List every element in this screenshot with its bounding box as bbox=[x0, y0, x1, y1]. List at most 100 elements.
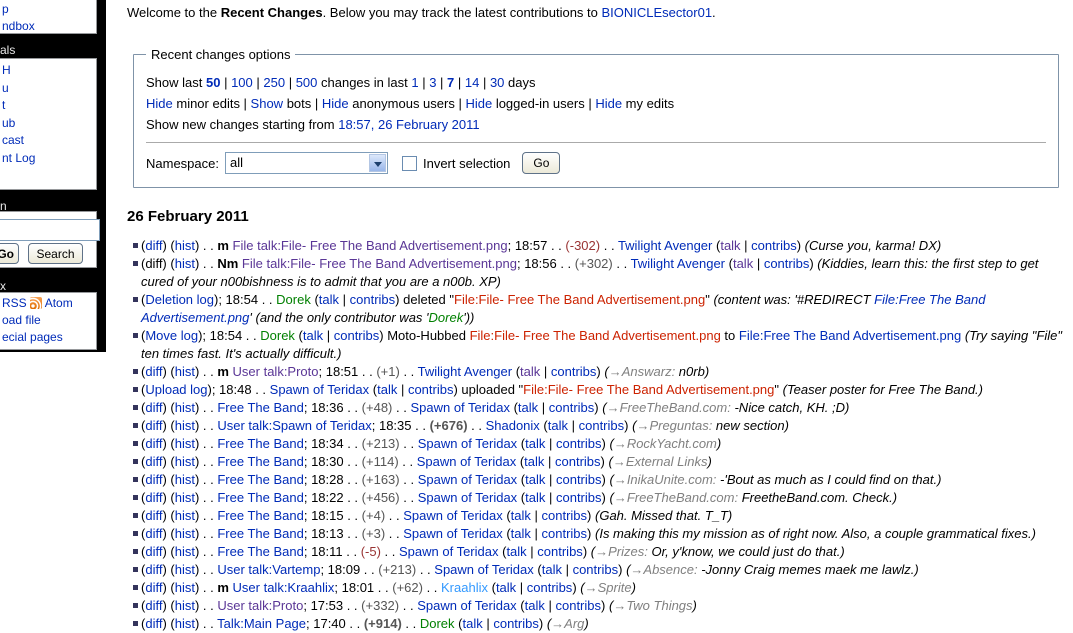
link[interactable]: Spawn of Teridax bbox=[410, 400, 510, 415]
link[interactable]: Spawn of Teridax bbox=[270, 382, 370, 397]
sidebar-link[interactable]: t bbox=[2, 98, 5, 112]
link[interactable]: Hide bbox=[595, 96, 622, 111]
link[interactable]: diff bbox=[145, 436, 162, 451]
link[interactable]: hist bbox=[175, 256, 195, 271]
link[interactable]: 14 bbox=[465, 75, 479, 90]
sidebar-item[interactable]: ndbox bbox=[2, 18, 96, 35]
link[interactable]: Spawn of Teridax bbox=[403, 508, 503, 523]
sidebar-search-button[interactable]: Search bbox=[28, 243, 83, 264]
link[interactable]: Dorek bbox=[429, 310, 464, 325]
link[interactable]: Free The Band bbox=[217, 454, 303, 469]
link[interactable]: diff bbox=[145, 490, 162, 505]
link[interactable]: Free The Band bbox=[217, 544, 303, 559]
link[interactable]: talk bbox=[525, 490, 545, 505]
link[interactable]: File:Free The Band Advertisement.png bbox=[739, 328, 961, 343]
link[interactable]: File:File- Free The Band Advertisement.p… bbox=[523, 382, 774, 397]
link[interactable]: User talk:Proto bbox=[233, 364, 319, 379]
link[interactable]: contribs bbox=[549, 400, 595, 415]
link[interactable]: Upload log bbox=[145, 382, 207, 397]
link[interactable]: contribs bbox=[751, 238, 797, 253]
sidebar-go-button[interactable]: Go bbox=[0, 243, 19, 264]
link[interactable]: contribs bbox=[551, 364, 597, 379]
sidebar-item[interactable]: H bbox=[2, 62, 96, 80]
link[interactable]: talk bbox=[496, 580, 516, 595]
link[interactable]: Spawn of Teridax bbox=[418, 472, 518, 487]
sidebar-link[interactable]: ndbox bbox=[2, 19, 35, 33]
sidebar-link[interactable]: ecial pages bbox=[2, 330, 63, 344]
link[interactable]: diff bbox=[145, 418, 162, 433]
link[interactable]: contribs bbox=[556, 436, 602, 451]
link[interactable]: 100 bbox=[231, 75, 253, 90]
link[interactable]: contribs bbox=[555, 454, 601, 469]
link[interactable]: File:File- Free The Band Advertisement.p… bbox=[470, 328, 721, 343]
link[interactable]: Spawn of Teridax bbox=[403, 526, 503, 541]
link[interactable]: Free The Band bbox=[217, 508, 303, 523]
link[interactable]: talk bbox=[520, 364, 540, 379]
link[interactable]: hist bbox=[175, 598, 195, 613]
link[interactable]: Move log bbox=[145, 328, 198, 343]
link[interactable]: diff bbox=[145, 508, 162, 523]
link[interactable]: talk bbox=[463, 616, 483, 631]
link[interactable]: Dorek bbox=[420, 616, 455, 631]
link[interactable]: Atom bbox=[45, 296, 73, 310]
link[interactable]: hist bbox=[175, 472, 195, 487]
link[interactable]: hist bbox=[175, 526, 195, 541]
link[interactable]: Spawn of Teridax bbox=[418, 490, 518, 505]
link[interactable]: contribs bbox=[408, 382, 454, 397]
link[interactable]: diff bbox=[145, 616, 162, 631]
link[interactable]: talk bbox=[377, 382, 397, 397]
link[interactable]: contribs bbox=[334, 328, 380, 343]
link[interactable]: File:File- Free The Band Advertisement.p… bbox=[454, 292, 705, 307]
link[interactable]: diff bbox=[145, 238, 162, 253]
link[interactable]: contribs bbox=[542, 508, 588, 523]
link[interactable]: contribs bbox=[542, 526, 588, 541]
link[interactable]: Free The Band bbox=[217, 526, 303, 541]
link[interactable]: hist bbox=[175, 454, 195, 469]
link[interactable]: Twilight Avenger bbox=[618, 238, 712, 253]
link[interactable]: User talk:Kraahlix bbox=[233, 580, 335, 595]
link[interactable]: diff bbox=[145, 544, 162, 559]
link[interactable]: 50 bbox=[206, 75, 220, 90]
link[interactable]: diff bbox=[145, 454, 162, 469]
link[interactable]: hist bbox=[175, 544, 195, 559]
link[interactable]: File talk:File- Free The Band Advertisem… bbox=[242, 256, 517, 271]
link[interactable]: 18:57, 26 February 2011 bbox=[338, 117, 479, 132]
link[interactable]: File talk:File- Free The Band Advertisem… bbox=[233, 238, 508, 253]
link[interactable]: hist bbox=[175, 616, 195, 631]
link[interactable]: diff bbox=[145, 472, 162, 487]
link[interactable]: talk bbox=[506, 544, 526, 559]
link[interactable]: diff bbox=[145, 580, 162, 595]
link[interactable]: contribs bbox=[537, 544, 583, 559]
link[interactable]: hist bbox=[175, 580, 195, 595]
sidebar-item[interactable]: oad file bbox=[2, 312, 96, 329]
link[interactable]: talk bbox=[524, 454, 544, 469]
link[interactable]: diff bbox=[145, 400, 162, 415]
link[interactable]: hist bbox=[175, 436, 195, 451]
link[interactable]: diff bbox=[145, 364, 162, 379]
link[interactable]: Dorek bbox=[260, 328, 295, 343]
invert-selection-checkbox[interactable] bbox=[401, 155, 417, 171]
sidebar-item[interactable]: t bbox=[2, 97, 96, 115]
link[interactable]: 500 bbox=[296, 75, 318, 90]
link[interactable]: Hide bbox=[465, 96, 492, 111]
sidebar-item[interactable]: cast bbox=[2, 132, 96, 150]
link[interactable]: contribs bbox=[556, 490, 602, 505]
link[interactable]: talk bbox=[303, 328, 323, 343]
link[interactable]: contribs bbox=[555, 598, 601, 613]
link[interactable]: 1 bbox=[411, 75, 418, 90]
link[interactable]: Twilight Avenger bbox=[631, 256, 725, 271]
link[interactable]: Hide bbox=[146, 96, 173, 111]
sidebar-item[interactable]: ecial pages bbox=[2, 329, 96, 346]
link[interactable]: BIONICLEsector01 bbox=[602, 5, 713, 20]
link[interactable]: Spawn of Teridax bbox=[417, 454, 517, 469]
link[interactable]: contribs bbox=[556, 472, 602, 487]
link[interactable]: Spawn of Teridax bbox=[434, 562, 534, 577]
chevron-down-icon[interactable] bbox=[368, 154, 386, 172]
sidebar-item[interactable]: ub bbox=[2, 115, 96, 133]
link[interactable]: Free The Band bbox=[217, 436, 303, 451]
sidebar-link[interactable]: nt Log bbox=[2, 151, 35, 165]
link[interactable]: Spawn of Teridax bbox=[418, 436, 518, 451]
sidebar-item[interactable]: nt Log bbox=[2, 150, 96, 168]
link[interactable]: hist bbox=[175, 400, 195, 415]
link[interactable]: talk bbox=[525, 472, 545, 487]
